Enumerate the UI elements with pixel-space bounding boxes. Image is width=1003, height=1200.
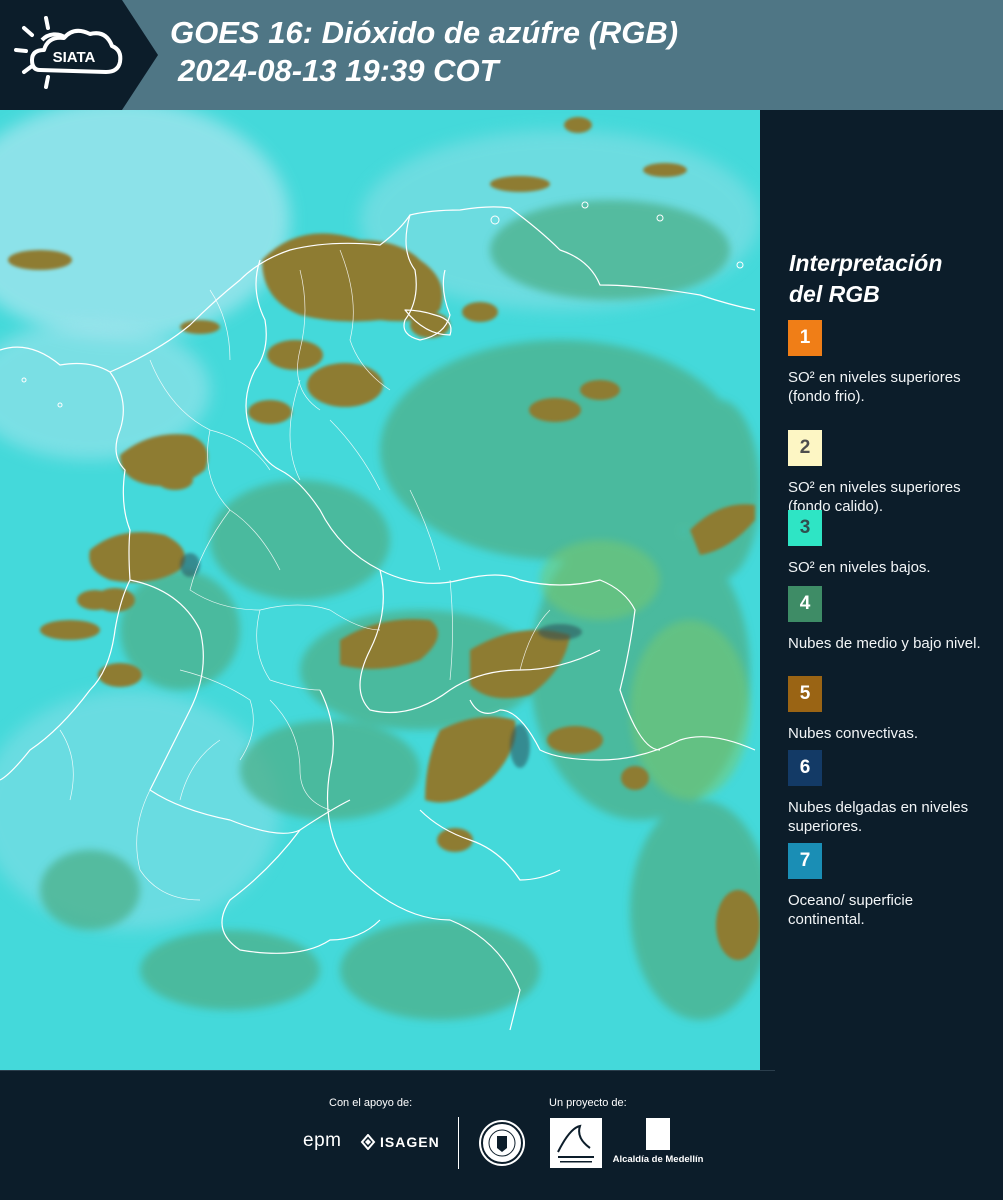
legend-swatch: 7 <box>788 843 822 879</box>
legend-item: 1 SO² en niveles superiores (fondo frio). <box>788 320 993 406</box>
university-seal-icon <box>479 1120 525 1166</box>
title-line-2: 2024-08-13 19:39 COT <box>178 53 499 88</box>
legend-item: 2 SO² en niveles superiores (fondo calido… <box>788 430 993 516</box>
footer: Con el apoyo de: Un proyecto de: epm ISA… <box>0 1070 1003 1200</box>
logo-panel: SIATA <box>0 0 158 110</box>
legend-description: Oceano/ superficie continental. <box>788 892 914 928</box>
map-canvas <box>0 110 760 1070</box>
medellin-shield-icon <box>646 1118 670 1150</box>
legend-swatch: 6 <box>788 750 822 786</box>
alcaldia-medellin-logo: Alcaldía de Medellín <box>612 1118 704 1170</box>
legend-item: 3 SO² en niveles bajos. <box>788 510 993 577</box>
satellite-map[interactable] <box>0 110 760 1070</box>
footer-divider-line <box>0 1070 775 1071</box>
logo-text: SIATA <box>53 49 96 66</box>
legend-swatch: 5 <box>788 676 822 712</box>
legend-swatch: 3 <box>788 510 822 546</box>
isagen-icon <box>360 1134 376 1150</box>
legend-item: 4 Nubes de medio y bajo nivel. <box>788 586 993 653</box>
legend-panel: Interpretación del RGB 1 SO² en niveles s… <box>760 110 1003 1070</box>
support-label: Con el apoyo de: <box>329 1097 413 1109</box>
area-metropolitana-logo-icon <box>550 1118 602 1168</box>
footer-separator <box>458 1117 459 1169</box>
legend-description: SO² en niveles bajos. <box>788 559 931 576</box>
legend-item: 6 Nubes delgadas en niveles superiores. <box>788 750 993 836</box>
legend-swatch: 2 <box>788 430 822 466</box>
isagen-logo: ISAGEN <box>360 1134 440 1150</box>
legend-swatch: 4 <box>788 586 822 622</box>
legend-item: 7 Oceano/ superficie continental. <box>788 843 993 929</box>
siata-logo-icon: SIATA <box>14 16 123 89</box>
header-bar: SIATA GOES 16: Dióxido de azúfre (RGB) 2… <box>0 0 1003 110</box>
legend-description: Nubes convectivas. <box>788 725 919 742</box>
legend-title-line-1: Interpretación <box>789 250 943 276</box>
legend-description: SO² en niveles superiores (fondo frio). <box>788 369 961 405</box>
legend-title-line-2: del RGB <box>789 281 880 307</box>
legend-title: Interpretación del RGB <box>789 248 942 310</box>
epm-logo: epm <box>303 1130 342 1151</box>
legend-description: Nubes de medio y bajo nivel. <box>788 635 981 652</box>
isagen-label: ISAGEN <box>380 1134 440 1150</box>
project-label: Un proyecto de: <box>549 1097 627 1109</box>
legend-description: Nubes delgadas en niveles superiores. <box>788 799 969 835</box>
legend-item: 5 Nubes convectivas. <box>788 676 993 743</box>
page-title: GOES 16: Dióxido de azúfre (RGB) 2024-08… <box>170 14 678 90</box>
legend-swatch: 1 <box>788 320 822 356</box>
sun-icon <box>14 16 50 89</box>
medellin-label: Alcaldía de Medellín <box>612 1154 704 1165</box>
title-line-1: GOES 16: Dióxido de azúfre (RGB) <box>170 15 679 50</box>
